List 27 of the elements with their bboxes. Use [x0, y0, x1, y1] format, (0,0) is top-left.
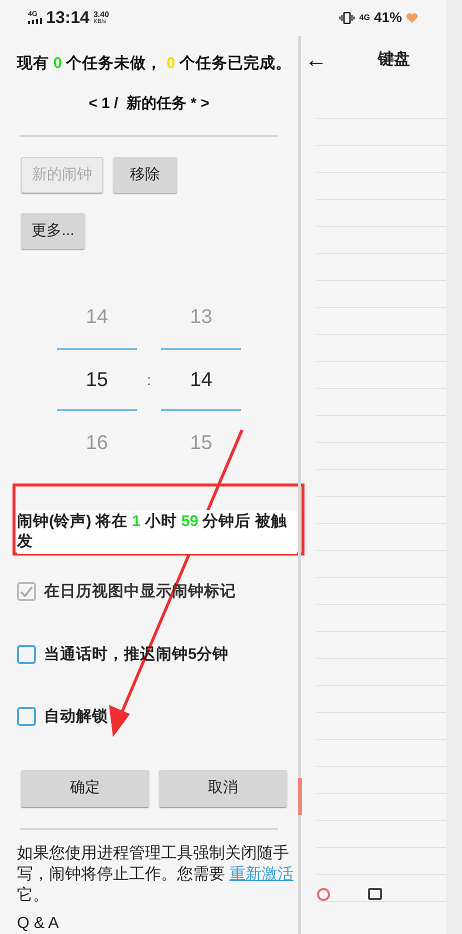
heart-icon — [406, 12, 418, 23]
camera-icon[interactable] — [368, 888, 382, 900]
time-separator: : — [146, 371, 152, 392]
option-label: 自动解锁 — [44, 706, 108, 727]
action-button[interactable]: 确定 — [21, 770, 149, 807]
network-label: 4G — [359, 14, 370, 22]
signal-icon — [28, 18, 42, 24]
scroll-indicator — [298, 778, 302, 814]
task-summary: 现有 0 个任务未做， 0 个任务已完成。 — [17, 54, 292, 74]
checkbox[interactable] — [17, 706, 36, 726]
back-button[interactable]: ← — [305, 48, 327, 70]
speed-value: 3.40 — [93, 10, 110, 19]
notice-text: 如果您使用进程管理工具强制关闭随手写，闹钟将停止工作。您需要 重新激活 它。 — [17, 844, 294, 906]
panel-title: 键盘 — [378, 50, 410, 70]
vibrate-icon — [339, 12, 356, 24]
checkbox[interactable] — [17, 644, 36, 664]
clock-time: 13:14 — [46, 7, 90, 29]
record-icon[interactable] — [317, 888, 330, 900]
task-navigator[interactable]: < 1 / 新的任务 * > — [0, 92, 298, 116]
alarm-button[interactable]: 更多... — [21, 213, 85, 250]
alarm-button[interactable]: 移除 — [113, 157, 177, 194]
picker-value[interactable]: 15 — [86, 364, 108, 395]
countdown-message: 闹钟(铃声) 将在 1 小时 59 分钟后 被触发 — [17, 510, 297, 554]
action-button[interactable]: 取消 — [159, 770, 287, 807]
battery-level: 41% — [374, 8, 402, 28]
picker-value[interactable]: 14 — [190, 364, 212, 395]
qa-heading: Q & A — [17, 914, 60, 934]
